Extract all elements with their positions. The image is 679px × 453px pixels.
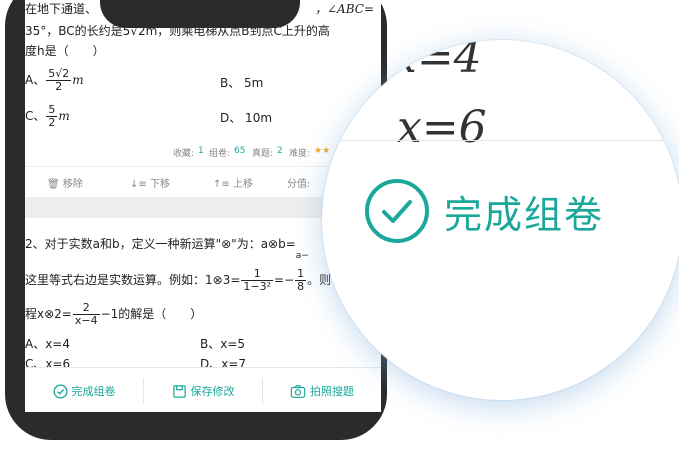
move-up-label: 上移 — [232, 179, 253, 190]
question2-line2-tail: 。则 — [307, 273, 332, 287]
option-a-fraction: 5√2 2 — [46, 68, 72, 93]
magnified-equation-top: x=4 — [392, 40, 482, 83]
move-down-icon: ↓≡ — [130, 179, 147, 190]
difficulty-stars: ★★ — [314, 146, 331, 156]
phone-notch — [100, 0, 300, 28]
question2-line1-text: 2、对于实数a和b，定义一种新运算"⊗"为：a⊗b= — [25, 237, 296, 251]
zujuan-label: 组卷: — [209, 149, 231, 159]
remove-button[interactable]: 🗑︎ 移除 — [47, 175, 83, 190]
question2-line1-tail: a− — [295, 251, 309, 261]
finish-paper-label: 完成组卷 — [71, 385, 116, 398]
magnified-equation-mid: x=6 — [397, 102, 487, 153]
question1-meta: 收藏: 1 组卷: 65 真题: 2 难度: ★★ — [25, 143, 381, 161]
question1-line2-a: 35°，BC的长约是5 — [25, 24, 131, 38]
check-circle-icon — [365, 179, 429, 243]
camera-icon — [290, 384, 306, 398]
collect-label: 收藏: — [173, 149, 195, 159]
bottom-toolbar: 完成组卷 保存修改 拍照搜题 — [25, 367, 381, 412]
question2-line2-a: 这里等式右边是实数运算。例如：1⊗3= — [25, 273, 241, 287]
save-changes-button[interactable]: 保存修改 — [144, 368, 262, 412]
question2-line2: 这里等式右边是实数运算。例如：1⊗3= 1 1−3² =− 1 8 。则 — [25, 268, 331, 293]
question2-line2-mid: =− — [274, 273, 295, 287]
question2-option-a[interactable]: A、x=4 — [25, 335, 70, 353]
move-down-button[interactable]: ↓≡ 下移 — [130, 175, 170, 190]
zhenti-label: 真题: — [252, 149, 274, 159]
collect-value: 1 — [198, 146, 204, 156]
photo-search-label: 拍照搜题 — [310, 385, 354, 398]
option-c-fraction: 52 — [46, 104, 58, 129]
question1-line1: 在地下通道、 — [25, 2, 98, 16]
score-label: 分值: — [287, 179, 311, 190]
option-c-unit: m — [58, 109, 70, 123]
question2-line3: 程x⊗2= 2 x−4 −1的解是（ ） — [25, 302, 202, 327]
option-b[interactable]: B、 5m — [220, 74, 263, 92]
move-up-icon: ↑≡ — [213, 179, 230, 190]
magnified-finish-paper-label: 完成组卷 — [444, 192, 605, 237]
zhenti-value: 2 — [277, 146, 283, 156]
question2-fraction3-den: x−4 — [74, 314, 98, 327]
option-c-label: C、 — [25, 109, 46, 123]
question2-fraction1: 1 1−3² — [241, 268, 274, 293]
question2-fraction2: 18 — [295, 268, 307, 293]
option-a-denominator: 2 — [55, 80, 63, 93]
question1-line3: 度h是（ ） — [25, 44, 105, 58]
remove-label: 移除 — [62, 179, 83, 190]
difficulty-label: 难度: — [289, 149, 311, 159]
question2-fraction1-den: 1−3² — [243, 280, 272, 293]
trash-icon: 🗑︎ — [47, 179, 60, 190]
option-a-label: A、 — [25, 73, 46, 87]
magnified-divider — [322, 140, 679, 141]
question2-line3-a: 程x⊗2= — [25, 307, 72, 321]
question2-fraction2-den: 8 — [297, 280, 305, 293]
option-d[interactable]: D、 10m — [220, 109, 272, 127]
photo-search-button[interactable]: 拍照搜题 — [263, 368, 381, 412]
check-circle-icon — [52, 383, 68, 399]
magnified-finish-paper-button[interactable]: 完成组卷 — [364, 178, 604, 244]
option-c[interactable]: C、 5 2 m — [25, 104, 70, 129]
option-a[interactable]: A、 5√2 2 m — [25, 68, 84, 93]
finish-paper-button[interactable]: 完成组卷 — [25, 368, 143, 412]
question2-fraction3: 2 x−4 — [72, 302, 100, 327]
option-a-unit: m — [72, 73, 84, 87]
zujuan-value: 65 — [234, 146, 246, 156]
option-c-denominator: 2 — [48, 116, 56, 129]
magnifier-callout: x=4 x=6 完成组卷 — [322, 40, 679, 400]
question2-line1: 2、对于实数a和b，定义一种新运算"⊗"为：a⊗b=a− — [25, 235, 309, 261]
move-up-button[interactable]: ↑≡ 上移 — [213, 175, 253, 190]
save-icon — [172, 384, 186, 398]
question2-option-b[interactable]: B、x=5 — [200, 335, 245, 353]
question1-line1-right: ，∠ABC= — [315, 2, 374, 16]
question2-line3-b: −1的解是（ ） — [100, 307, 203, 321]
save-changes-label: 保存修改 — [190, 385, 235, 398]
move-down-label: 下移 — [149, 179, 170, 190]
